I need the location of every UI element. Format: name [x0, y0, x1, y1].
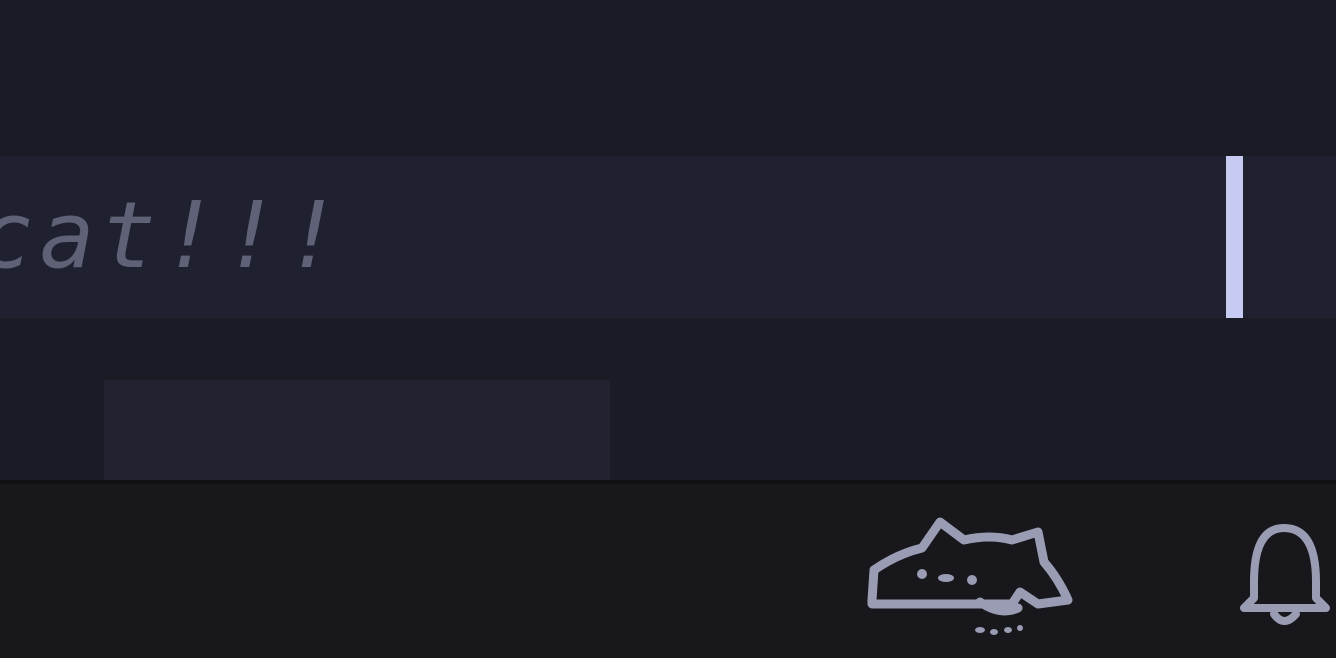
bottom-toolbar: [0, 484, 1336, 658]
bongo-cat-icon[interactable]: [862, 512, 1076, 644]
bell-icon[interactable]: [1236, 522, 1336, 632]
content-placeholder: [104, 380, 610, 482]
text-caret: [1226, 156, 1243, 318]
message-input-text: cat!!!: [0, 182, 347, 289]
